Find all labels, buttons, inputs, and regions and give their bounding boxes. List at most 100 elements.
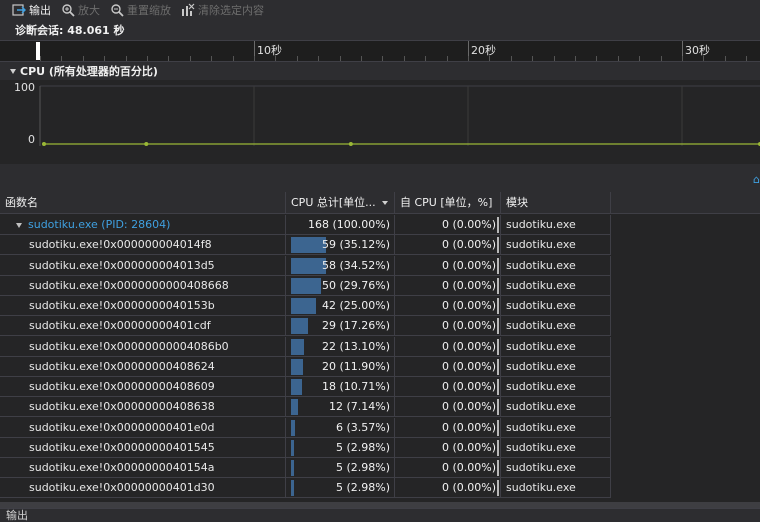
table-header: 函数名 CPU 总计[单位... 自 CPU [单位，%] 模块 — [0, 192, 760, 214]
self-cpu-bar — [497, 298, 499, 314]
cpu-total-value: 18 (10.71%) — [321, 380, 390, 393]
cpu-section-header[interactable]: CPU (所有处理器的百分比) — [0, 62, 760, 80]
cpu-total-value: 6 (3.57%) — [335, 420, 390, 434]
table-row[interactable]: sudotiku.exe!0x00000000408638 12 (7.14%) 0… — [0, 397, 611, 418]
function-name-cell: sudotiku.exe!0x0000000040154a — [0, 458, 286, 478]
ruler-minor-tick — [468, 56, 469, 61]
cpu-total-cell: 5 (2.98%) — [286, 437, 395, 458]
table-row[interactable]: sudotiku.exe!0x00000000004086b0 22 (13.10… — [0, 336, 611, 357]
ruler-minor-tick — [511, 56, 512, 61]
collapse-triangle-icon[interactable] — [10, 68, 16, 74]
module-name: sudotiku.exe — [506, 400, 576, 414]
col-header-cpu-total[interactable]: CPU 总计[单位... — [286, 192, 395, 214]
output-button[interactable]: 输出 — [12, 1, 51, 19]
ruler-minor-tick — [211, 56, 212, 61]
ruler-minor-tick — [382, 56, 383, 61]
sort-desc-icon — [381, 201, 388, 205]
col-header-module[interactable]: 模块 — [501, 192, 611, 214]
table-row[interactable]: sudotiku.exe!0x00000000401cdf 29 (17.26%)… — [0, 316, 611, 337]
self-cpu-cell: 0 (0.00%) — [395, 417, 501, 438]
cpu-data-point — [144, 142, 149, 146]
self-cpu-cell: 0 (0.00%) — [395, 356, 501, 377]
y-tick-100: 100 — [14, 81, 35, 94]
function-name-cell: sudotiku.exe!0x00000000401cdf — [0, 316, 286, 337]
cpu-total-value: 42 (25.00%) — [321, 299, 390, 312]
function-name: sudotiku.exe!0x00000000401e0d — [29, 420, 215, 434]
col-header-function[interactable]: 函数名 — [0, 192, 286, 214]
cpu-total-value: 59 (35.12%) — [321, 238, 390, 252]
module-name: sudotiku.exe — [506, 359, 576, 373]
function-name: sudotiku.exe!0x0000000040154a — [29, 461, 215, 474]
reset-zoom-button[interactable]: 重置缩放 — [110, 1, 171, 19]
ruler-minor-tick — [532, 56, 533, 61]
cpu-total-cell: 58 (34.52%) — [286, 255, 395, 276]
self-cpu-bar — [497, 379, 499, 395]
self-cpu-value: 0 (0.00%) — [441, 461, 496, 474]
cpu-total-cell: 50 (29.76%) — [286, 275, 395, 296]
self-cpu-value: 0 (0.00%) — [441, 238, 496, 252]
ruler-minor-tick — [254, 56, 255, 61]
timeline-ruler[interactable]: 10秒 20秒 30秒 — [0, 40, 760, 62]
self-cpu-bar — [497, 480, 499, 497]
function-name: sudotiku.exe (PID: 28604) — [28, 218, 171, 231]
cpu-total-cell: 22 (13.10%) — [286, 336, 395, 357]
ruler-minor-tick — [554, 56, 555, 61]
cpu-usage-chart[interactable]: 100 0 — [0, 80, 760, 164]
cpu-total-cell: 18 (10.71%) — [286, 377, 395, 397]
table-row[interactable]: sudotiku.exe!0x00000000408609 18 (10.71%)… — [0, 377, 611, 397]
table-row[interactable]: sudotiku.exe!0x000000004013d5 58 (34.52%)… — [0, 255, 611, 276]
module-name: sudotiku.exe — [506, 299, 576, 312]
module-cell: sudotiku.exe — [501, 316, 611, 337]
output-label: 输出 — [29, 4, 51, 17]
table-row[interactable]: sudotiku.exe!0x0000000040154a 5 (2.98%) 0 … — [0, 458, 611, 478]
module-name: sudotiku.exe — [506, 319, 576, 333]
cpu-total-bar — [291, 439, 294, 456]
table-row[interactable]: sudotiku.exe!0x00000000401e0d 6 (3.57%) 0 … — [0, 417, 611, 438]
self-cpu-value: 0 (0.00%) — [441, 299, 496, 312]
expand-triangle-icon[interactable] — [16, 222, 22, 228]
self-cpu-value: 0 (0.00%) — [441, 218, 496, 231]
col-header-self-cpu[interactable]: 自 CPU [单位，%] — [395, 192, 501, 214]
cpu-total-value: 58 (34.52%) — [321, 258, 390, 272]
cpu-total-value: 29 (17.26%) — [321, 319, 390, 333]
ruler-minor-tick — [340, 56, 341, 61]
self-cpu-cell: 0 (0.00%) — [395, 255, 501, 276]
table-row[interactable]: sudotiku.exe!0x00000000408624 20 (11.90%)… — [0, 356, 611, 377]
cpu-total-bar — [291, 318, 309, 335]
module-cell: sudotiku.exe — [501, 215, 611, 235]
module-name: sudotiku.exe — [506, 440, 576, 454]
toolbar: 输出 放大 重置缩放 清除选定内容 — [0, 0, 760, 20]
module-cell: sudotiku.exe — [501, 336, 611, 357]
function-name-cell: sudotiku.exe (PID: 28604) — [0, 215, 286, 235]
table-row[interactable]: sudotiku.exe!0x000000004014f8 59 (35.12%)… — [0, 235, 611, 256]
module-name: sudotiku.exe — [506, 278, 576, 292]
table-row[interactable]: sudotiku.exe!0x0000000000408668 50 (29.76… — [0, 275, 611, 296]
zoom-in-button[interactable]: 放大 — [61, 1, 100, 19]
module-cell: sudotiku.exe — [501, 397, 611, 418]
module-cell: sudotiku.exe — [501, 296, 611, 316]
magnifier-plus-icon — [61, 3, 75, 17]
ruler-label-10: 10秒 — [257, 44, 282, 57]
cpu-total-value: 5 (2.98%) — [335, 440, 390, 454]
cpu-total-bar — [291, 257, 326, 274]
table-row[interactable]: sudotiku.exe!0x0000000040153b 42 (25.00%)… — [0, 296, 611, 316]
self-cpu-cell: 0 (0.00%) — [395, 397, 501, 418]
output-panel-tab[interactable]: 输出 — [0, 508, 760, 522]
table-row[interactable]: sudotiku.exe!0x00000000401d30 5 (2.98%) 0 … — [0, 478, 611, 499]
details-link-glyph[interactable]: ⌂ — [753, 173, 760, 186]
ruler-minor-tick — [596, 56, 597, 61]
ruler-minor-tick — [275, 56, 276, 61]
table-row[interactable]: sudotiku.exe (PID: 28604) 168 (100.00%) 0 … — [0, 215, 611, 235]
function-name: sudotiku.exe!0x00000000408624 — [29, 359, 215, 373]
self-cpu-bar — [497, 439, 499, 456]
clear-selection-button[interactable]: 清除选定内容 — [181, 1, 264, 19]
self-cpu-bar — [497, 277, 499, 294]
ruler-minor-tick — [746, 56, 747, 61]
ruler-minor-tick — [297, 56, 298, 61]
module-name: sudotiku.exe — [506, 238, 576, 252]
cpu-total-cell: 29 (17.26%) — [286, 316, 395, 337]
table-row[interactable]: sudotiku.exe!0x00000000401545 5 (2.98%) 0 … — [0, 437, 611, 458]
module-cell: sudotiku.exe — [501, 478, 611, 499]
clear-selection-icon — [181, 3, 195, 17]
self-cpu-value: 0 (0.00%) — [441, 481, 496, 495]
